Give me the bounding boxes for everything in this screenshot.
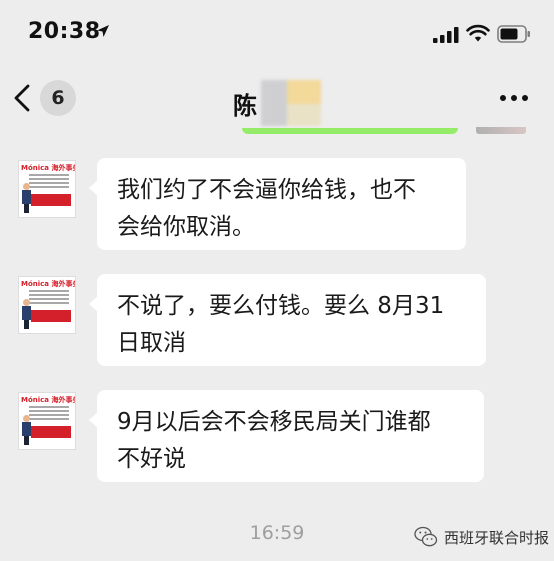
message-line: 会给你取消。 <box>117 214 255 240</box>
back-chevron-icon <box>14 84 30 112</box>
location-arrow-icon <box>97 25 109 37</box>
message-line: 我们约了不会逼你给钱，也不 <box>117 177 416 203</box>
message-line: 日取消 <box>117 330 186 356</box>
message-bubble[interactable]: 不说了，要么付钱。要么 8月31 日取消 <box>97 274 486 366</box>
message-line: 不好说 <box>117 446 186 472</box>
chat-title: 陈 <box>233 80 321 126</box>
cellular-signal-icon <box>433 27 459 43</box>
chat-title-text: 陈 <box>233 91 257 120</box>
more-dots-icon <box>500 95 528 101</box>
unread-count-badge: 6 <box>40 80 76 116</box>
message-line: 9月以后会不会移民局关门谁都 <box>117 409 431 435</box>
message-bubble[interactable]: 9月以后会不会移民局关门谁都 不好说 <box>97 390 484 482</box>
watermark: 西班牙联合时报 <box>414 526 549 548</box>
redacted-name-blur <box>261 80 321 126</box>
nav-bar: 6 陈 <box>0 62 554 130</box>
avatar-label: Mónica 海外事务所 <box>21 280 75 288</box>
back-button[interactable]: 6 <box>14 76 94 120</box>
watermark-text: 西班牙联合时报 <box>444 528 550 547</box>
battery-icon <box>497 25 530 43</box>
avatar-label: Mónica 海外事务所 <box>21 164 75 172</box>
message-bubble[interactable]: 我们约了不会逼你给钱，也不 会给你取消。 <box>97 158 466 250</box>
previous-own-message-bubble[interactable] <box>242 128 458 134</box>
contact-avatar[interactable]: Mónica 海外事务所 <box>18 160 76 218</box>
message-line: 不说了，要么付钱。要么 8月31 <box>117 293 445 319</box>
own-avatar[interactable] <box>476 127 526 134</box>
status-time: 20:38 <box>28 19 101 44</box>
status-bar: 20:38 <box>0 0 554 62</box>
wifi-icon <box>466 24 490 42</box>
more-options-button[interactable] <box>492 84 536 112</box>
avatar-label: Mónica 海外事务所 <box>21 396 75 404</box>
contact-avatar[interactable]: Mónica 海外事务所 <box>18 392 76 450</box>
contact-avatar[interactable]: Mónica 海外事务所 <box>18 276 76 334</box>
wechat-logo-icon <box>414 526 438 547</box>
